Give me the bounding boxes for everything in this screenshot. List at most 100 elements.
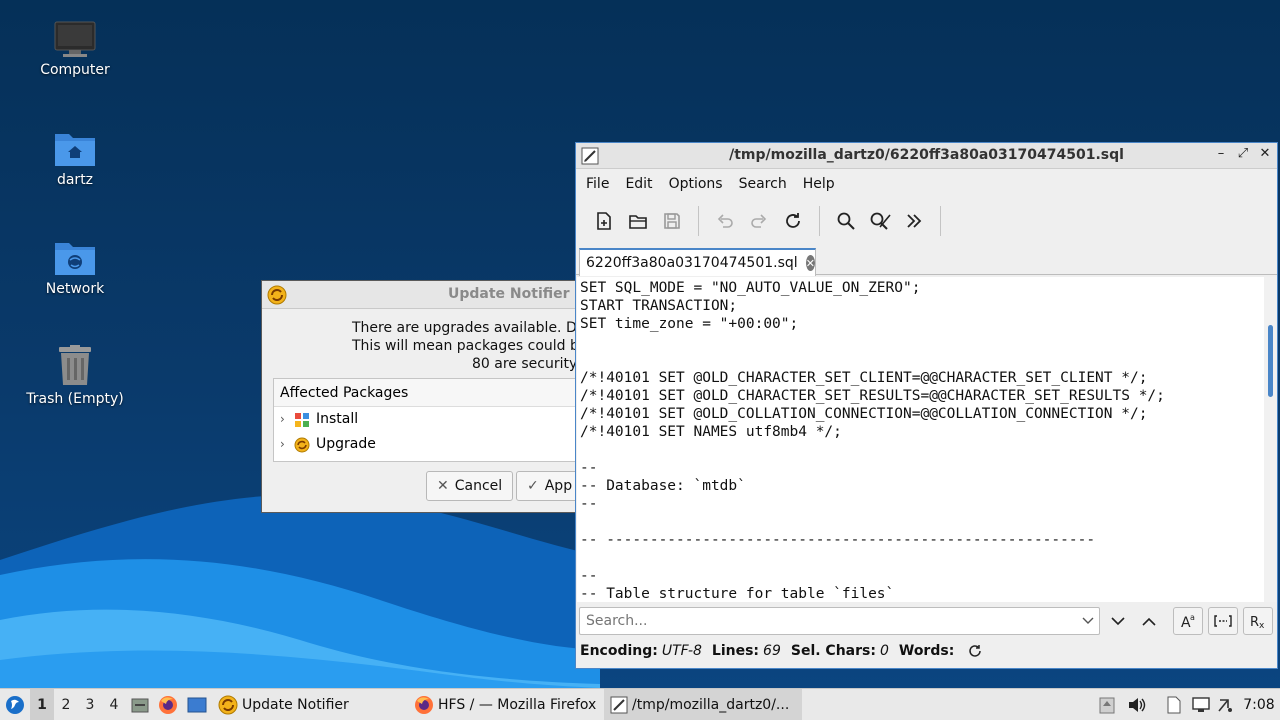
menu-options[interactable]: Options: [661, 176, 731, 192]
open-folder-icon: [629, 215, 647, 229]
firefox-icon: [159, 695, 177, 714]
find-replace-icon: [870, 212, 891, 230]
task-label: Update Notifier: [242, 696, 349, 713]
redo-button[interactable]: [743, 205, 775, 237]
desktop-icon-computer[interactable]: Computer: [0, 20, 150, 78]
workspace-2[interactable]: 2: [54, 689, 78, 720]
toolbar-separator: [698, 206, 699, 236]
match-case-icon: A a: [1181, 613, 1195, 630]
update-notifier-icon: [267, 285, 287, 305]
regex-icon: R x: [1250, 615, 1265, 629]
file-tab[interactable]: 6220ff3a80a03170474501.sql ✕: [579, 248, 816, 276]
open-file-button[interactable]: [622, 205, 654, 237]
file-manager-launcher[interactable]: [126, 689, 154, 720]
refresh-word-count-icon[interactable]: [968, 644, 982, 658]
maximize-icon[interactable]: ⤢: [1235, 146, 1251, 161]
words-label: Words:: [898, 643, 955, 659]
find-next-button[interactable]: [1103, 607, 1133, 635]
tray-network[interactable]: [1190, 689, 1212, 720]
cancel-button[interactable]: ✕ Cancel: [426, 471, 514, 501]
apply-button[interactable]: ✓ App: [516, 471, 584, 501]
workspace-3[interactable]: 3: [78, 689, 102, 720]
desktop-icon-dartz[interactable]: dartz: [0, 128, 150, 188]
network-icon: [1192, 697, 1210, 712]
whole-word-icon: [1214, 615, 1232, 627]
task-update-notifier[interactable]: Update Notifier: [212, 689, 408, 720]
tray-volume[interactable]: [1126, 689, 1148, 720]
firefox-launcher[interactable]: [154, 689, 182, 720]
upgrade-icon: [294, 437, 310, 452]
package-row-install[interactable]: › Install: [274, 407, 592, 432]
show-desktop-button[interactable]: [182, 689, 212, 720]
editor-title: /tmp/mozilla_dartz0/6220ff3a80a031704745…: [729, 147, 1124, 163]
update-notifier-icon: [218, 695, 238, 714]
computer-icon: [54, 21, 96, 57]
match-case-toggle[interactable]: A a: [1173, 607, 1203, 635]
update-available-icon: [1218, 699, 1232, 712]
desktop-icon-trash[interactable]: Trash (Empty): [0, 345, 150, 407]
reload-button[interactable]: [777, 205, 809, 237]
editor-menubar: File Edit Options Search Help: [576, 169, 1277, 199]
vertical-scrollbar[interactable]: [1264, 277, 1277, 602]
start-menu-button[interactable]: [0, 689, 30, 720]
chevron-down-icon: [1082, 617, 1094, 624]
document-icon: [1167, 696, 1181, 714]
menu-help[interactable]: Help: [795, 176, 843, 192]
task-text-editor[interactable]: /tmp/mozilla_dartz0/...: [604, 688, 802, 720]
clock[interactable]: 7:08: [1240, 689, 1278, 720]
toolbar-separator: [819, 206, 820, 236]
workspace-1[interactable]: 1: [30, 688, 54, 720]
search-bar: A a R x: [576, 602, 1277, 640]
task-firefox[interactable]: HFS / — Mozilla Firefox: [408, 689, 604, 720]
tray-files[interactable]: [1163, 689, 1185, 720]
status-bar: Encoding: UTF-8 Lines: 69 Sel. Chars: 0 …: [580, 643, 982, 659]
reload-icon: [786, 213, 800, 228]
desktop-icon-network[interactable]: Network: [0, 237, 150, 297]
desktop-icon-label: dartz: [56, 172, 94, 188]
replace-button[interactable]: [864, 205, 896, 237]
tray-notifier[interactable]: [1096, 689, 1118, 720]
firefox-icon: [415, 695, 433, 714]
undo-button[interactable]: [709, 205, 741, 237]
taskbar: 1 2 3 4 Update Notifier HFS / — Mozilla …: [0, 688, 1280, 720]
home-folder-icon: [55, 134, 95, 166]
selchars-label: Sel. Chars:: [790, 643, 876, 659]
minimize-icon[interactable]: –: [1213, 146, 1229, 161]
task-label: HFS / — Mozilla Firefox: [438, 696, 597, 713]
close-icon[interactable]: ✕: [1257, 146, 1273, 161]
package-row-upgrade[interactable]: › Upgrade: [274, 432, 592, 457]
update-notifier-window[interactable]: Update Notifier There are upgrades avail…: [261, 280, 654, 513]
go-to-line-button[interactable]: [898, 205, 930, 237]
selchars-value: 0: [879, 643, 889, 659]
network-folder-icon: [55, 243, 95, 275]
apply-button-label: App: [544, 478, 573, 494]
volume-icon: [1129, 698, 1146, 712]
scrollbar-thumb[interactable]: [1268, 325, 1273, 397]
menu-search[interactable]: Search: [731, 176, 795, 192]
arrow-down-icon: [1111, 616, 1125, 625]
menu-file[interactable]: File: [578, 176, 617, 192]
expand-arrow-icon[interactable]: ›: [280, 407, 294, 432]
notifier-titlebar[interactable]: Update Notifier: [262, 281, 590, 309]
new-file-button[interactable]: [588, 205, 620, 237]
text-editor-window[interactable]: /tmp/mozilla_dartz0/6220ff3a80a031704745…: [575, 142, 1278, 669]
find-previous-button[interactable]: [1134, 607, 1164, 635]
whole-word-toggle[interactable]: [1208, 607, 1238, 635]
notifier-message: There are upgrades available. Do you wan…: [262, 319, 654, 373]
search-history-dropdown[interactable]: [1073, 607, 1103, 635]
workspace-4[interactable]: 4: [102, 689, 126, 720]
regex-toggle[interactable]: R x: [1243, 607, 1273, 635]
desktop: Computer dartz Network Trash (Empty) Upd…: [0, 0, 1280, 688]
find-button[interactable]: [830, 205, 862, 237]
tray-update[interactable]: [1215, 689, 1235, 720]
menu-edit[interactable]: Edit: [617, 176, 660, 192]
editor-titlebar[interactable]: /tmp/mozilla_dartz0/6220ff3a80a031704745…: [576, 143, 1277, 169]
save-file-button[interactable]: [656, 205, 688, 237]
expand-arrow-icon[interactable]: ›: [280, 432, 294, 457]
search-input[interactable]: [579, 607, 1100, 635]
package-row-label: Install: [316, 411, 359, 427]
editor-text-area[interactable]: SET SQL_MODE = "NO_AUTO_VALUE_ON_ZERO"; …: [577, 277, 1264, 602]
close-tab-icon[interactable]: ✕: [805, 255, 815, 271]
cancel-button-label: Cancel: [454, 478, 503, 494]
affected-packages-tree[interactable]: Affected Packages › Install › Upgrade: [273, 378, 593, 462]
